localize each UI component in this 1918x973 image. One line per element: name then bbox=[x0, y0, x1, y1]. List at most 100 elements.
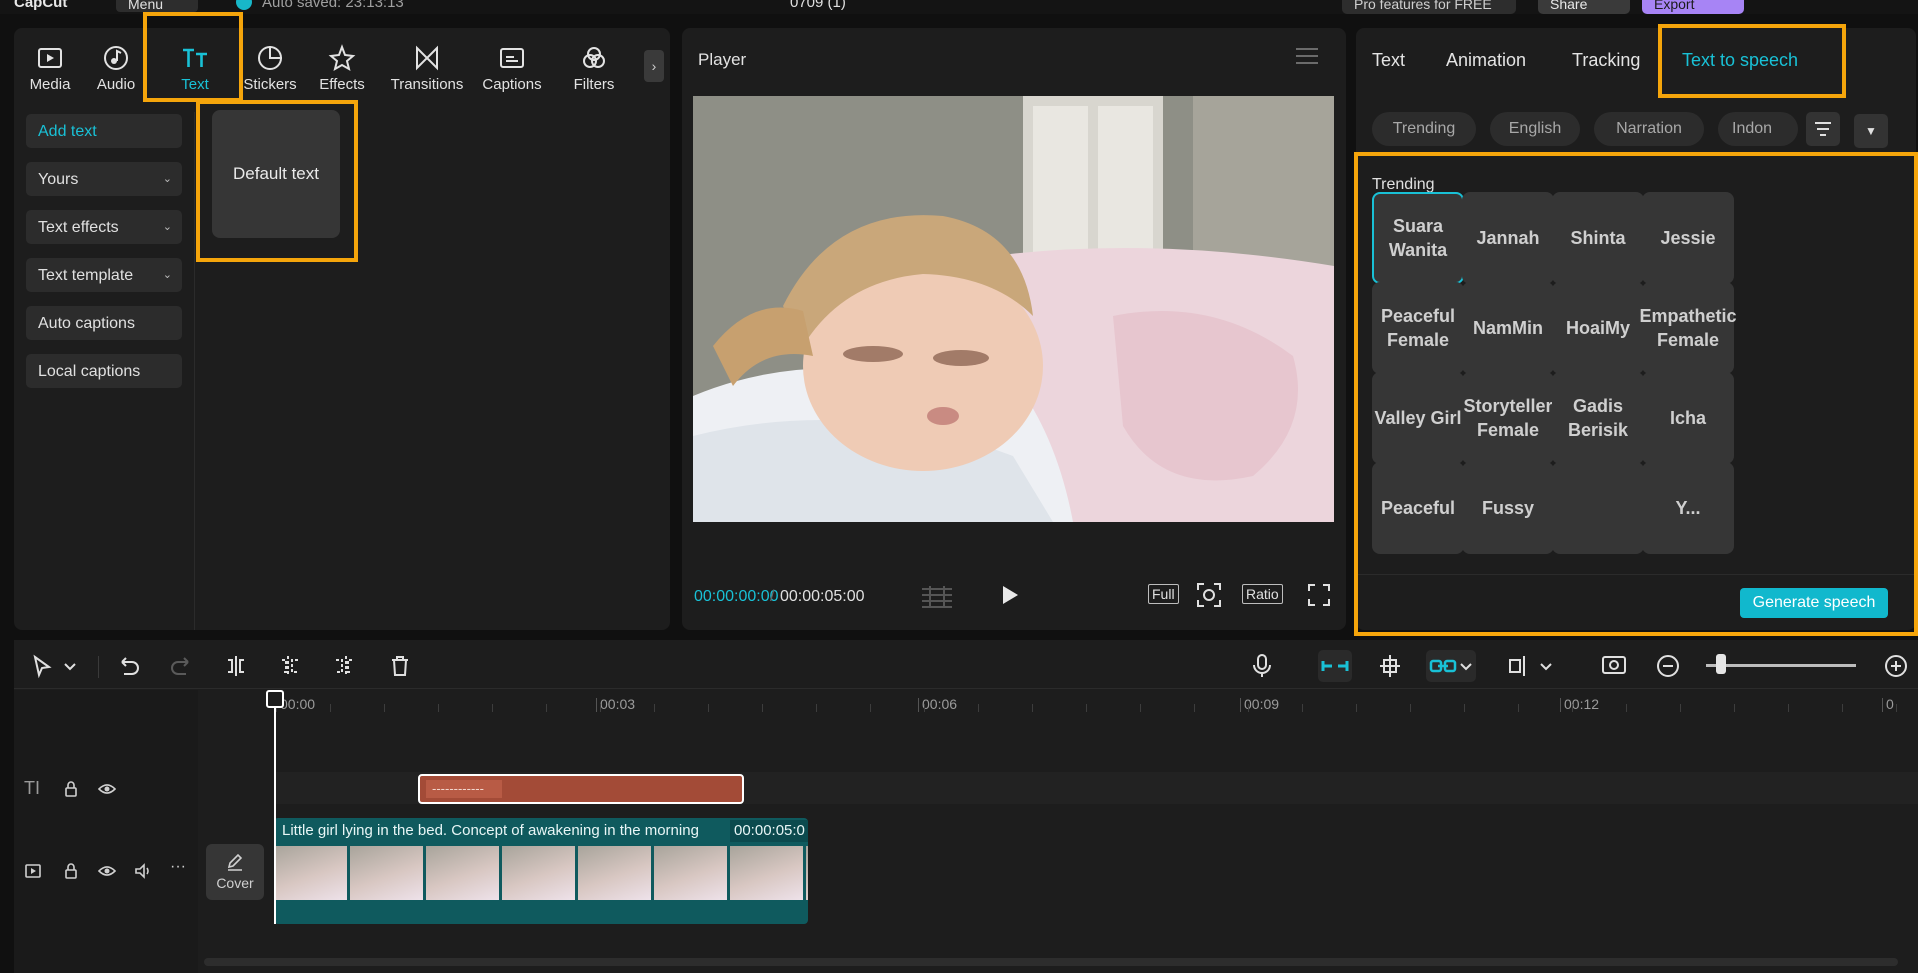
zoom-to-fit-icon[interactable] bbox=[1600, 652, 1628, 680]
clip-thumbnail bbox=[730, 846, 804, 900]
total-duration: 00:00:05:00 bbox=[780, 588, 865, 605]
eye-icon[interactable] bbox=[98, 862, 116, 880]
text-clip[interactable]: ------------ bbox=[418, 774, 744, 804]
link-clips-icon[interactable] bbox=[1320, 652, 1350, 680]
ruler-minor-tick bbox=[1032, 704, 1033, 712]
video-clip-title: Little girl lying in the bed. Concept of… bbox=[282, 822, 699, 839]
ruler-minor-tick bbox=[924, 704, 925, 712]
tab-filters[interactable]: Filters bbox=[562, 36, 626, 106]
ruler-minor-tick bbox=[330, 704, 331, 712]
chevron-down-icon[interactable]: ▼ bbox=[1854, 114, 1888, 148]
play-icon[interactable] bbox=[1000, 584, 1020, 606]
lock-icon[interactable] bbox=[62, 780, 80, 798]
tab-animation[interactable]: Animation bbox=[1446, 50, 1526, 71]
tab-audio-label: Audio bbox=[96, 76, 136, 93]
ruler-minor-tick bbox=[870, 704, 871, 712]
zoom-slider-handle[interactable] bbox=[1716, 654, 1726, 674]
sidebar-item-local-captions[interactable]: Local captions bbox=[26, 354, 182, 388]
ruler-minor-tick bbox=[1842, 704, 1843, 712]
ruler-tick bbox=[596, 698, 597, 712]
clip-thumbnail bbox=[426, 846, 500, 900]
export-button[interactable]: Export bbox=[1642, 0, 1744, 14]
speaker-icon[interactable] bbox=[134, 862, 152, 880]
video-clip[interactable]: Little girl lying in the bed. Concept of… bbox=[274, 818, 808, 924]
trim-left-icon[interactable] bbox=[276, 652, 304, 680]
pro-features-button[interactable]: Pro features for FREE bbox=[1342, 0, 1516, 14]
sidebar-item-yours[interactable]: Yours ⌄ bbox=[26, 162, 182, 196]
autosave-status: Auto saved: 23:13:13 bbox=[262, 0, 404, 11]
tab-audio[interactable]: Audio bbox=[86, 36, 146, 106]
more-tools-chevron-icon[interactable]: › bbox=[644, 50, 664, 82]
ruler-tick bbox=[918, 698, 919, 712]
player-title: Player bbox=[698, 50, 747, 69]
tab-captions-label: Captions bbox=[482, 76, 542, 93]
sidebar-item-text-effects[interactable]: Text effects ⌄ bbox=[26, 210, 182, 244]
project-name: 0709 (1) bbox=[790, 0, 846, 11]
filter-chip-english[interactable]: English bbox=[1490, 112, 1580, 146]
delete-icon[interactable] bbox=[386, 652, 414, 680]
tab-media[interactable]: Media bbox=[14, 36, 86, 106]
timecode-grid-icon[interactable] bbox=[922, 586, 952, 608]
playhead[interactable] bbox=[274, 692, 276, 924]
select-cursor-icon[interactable] bbox=[28, 652, 56, 680]
hamburger-menu-icon[interactable] bbox=[1296, 48, 1318, 64]
top-bar: CapCut Menu Auto saved: 23:13:13 0709 (1… bbox=[0, 0, 1918, 14]
filter-chip-narration[interactable]: Narration bbox=[1594, 112, 1704, 146]
tab-transitions[interactable]: Transitions bbox=[384, 36, 470, 106]
ruler-minor-tick bbox=[1464, 704, 1465, 712]
microphone-icon[interactable] bbox=[1248, 652, 1276, 680]
more-options-icon[interactable]: ··· bbox=[170, 858, 186, 876]
lock-icon[interactable] bbox=[62, 862, 80, 880]
tab-effects[interactable]: Effects bbox=[306, 36, 378, 106]
ruler-minor-tick bbox=[384, 704, 385, 712]
crop-scan-icon[interactable] bbox=[1196, 582, 1222, 608]
full-quality-button[interactable]: Full bbox=[1148, 584, 1179, 604]
split-icon[interactable] bbox=[222, 652, 250, 680]
sidebar-item-add-text[interactable]: Add text bbox=[26, 114, 182, 148]
filter-chip-indonesian[interactable]: Indon bbox=[1718, 112, 1798, 146]
chevron-down-icon[interactable] bbox=[1538, 652, 1554, 680]
video-track-icon bbox=[25, 864, 41, 878]
tab-stickers[interactable]: Stickers bbox=[234, 36, 306, 106]
filter-chip-trending[interactable]: Trending bbox=[1372, 112, 1476, 146]
undo-icon[interactable] bbox=[114, 652, 142, 680]
sleeping-girl-image bbox=[693, 96, 1334, 522]
ruler-minor-tick bbox=[1680, 704, 1681, 712]
chevron-down-icon[interactable] bbox=[62, 652, 78, 680]
tab-captions[interactable]: Captions bbox=[476, 36, 548, 106]
video-preview[interactable] bbox=[693, 96, 1334, 522]
snap-icon[interactable] bbox=[1376, 652, 1404, 680]
tab-stickers-label: Stickers bbox=[243, 76, 297, 93]
sidebar-item-auto-captions[interactable]: Auto captions bbox=[26, 306, 182, 340]
divider bbox=[14, 688, 1918, 689]
tab-text-properties[interactable]: Text bbox=[1372, 50, 1405, 71]
ratio-button[interactable]: Ratio bbox=[1242, 584, 1283, 604]
trim-right-icon[interactable] bbox=[330, 652, 358, 680]
menu-button[interactable]: Menu bbox=[116, 0, 198, 12]
ruler-minor-tick bbox=[546, 704, 547, 712]
playhead-handle[interactable] bbox=[266, 690, 284, 708]
tab-tracking[interactable]: Tracking bbox=[1572, 50, 1640, 71]
zoom-slider[interactable] bbox=[1706, 664, 1856, 667]
share-button[interactable]: Share bbox=[1538, 0, 1630, 14]
cover-button[interactable]: Cover bbox=[206, 844, 264, 900]
zoom-out-icon[interactable] bbox=[1654, 652, 1682, 680]
effects-icon bbox=[328, 44, 356, 72]
zoom-in-icon[interactable] bbox=[1882, 652, 1910, 680]
app-logo: CapCut bbox=[14, 0, 68, 11]
toolbar-divider bbox=[98, 656, 99, 678]
horizontal-scrollbar[interactable] bbox=[204, 958, 1898, 966]
chevron-down-icon[interactable] bbox=[1458, 652, 1474, 680]
current-time: 00:00:00:00 bbox=[694, 588, 779, 605]
filter-icon[interactable] bbox=[1806, 112, 1840, 146]
clip-thumbnail bbox=[350, 846, 424, 900]
eye-icon[interactable] bbox=[98, 780, 116, 798]
tab-effects-label: Effects bbox=[319, 76, 365, 93]
ruler-minor-tick bbox=[1518, 704, 1519, 712]
fullscreen-icon[interactable] bbox=[1308, 584, 1330, 606]
redo-icon[interactable] bbox=[168, 652, 196, 680]
chain-link-icon[interactable] bbox=[1428, 652, 1458, 680]
preview-axis-icon[interactable] bbox=[1506, 652, 1534, 680]
chevron-down-icon: ⌄ bbox=[162, 221, 172, 233]
sidebar-item-text-template[interactable]: Text template ⌄ bbox=[26, 258, 182, 292]
